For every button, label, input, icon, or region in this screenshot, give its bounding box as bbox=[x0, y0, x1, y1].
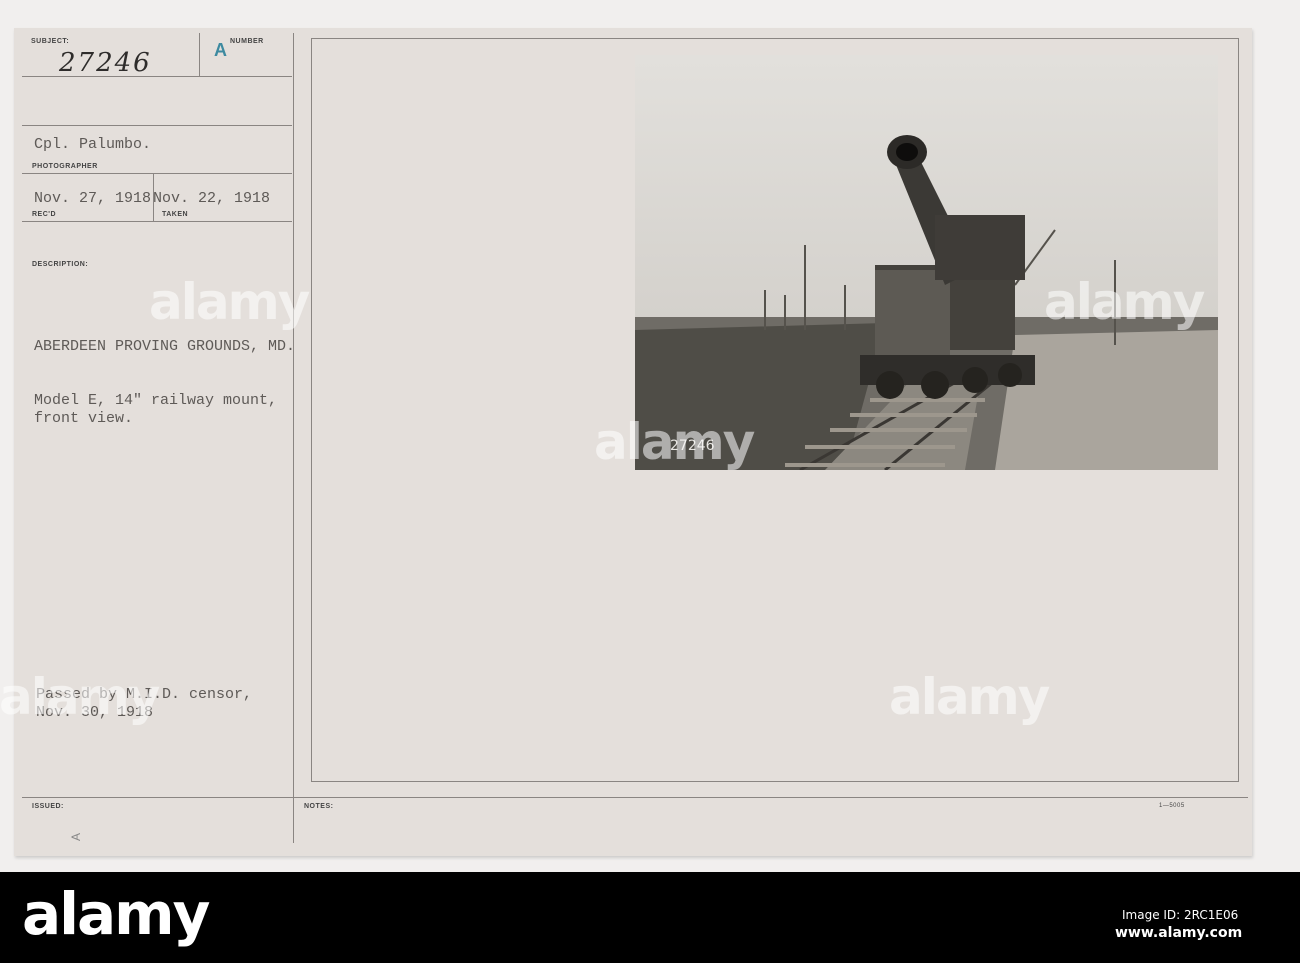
description-line-2: front view. bbox=[34, 410, 134, 427]
divider bbox=[22, 173, 292, 174]
received-date: Nov. 27, 1918 bbox=[34, 190, 152, 207]
watermark-logo: alamy bbox=[889, 668, 1050, 726]
site-url[interactable]: www.alamy.com bbox=[1115, 925, 1242, 941]
subject-label: SUBJECT: bbox=[31, 38, 70, 45]
photo-record-card: SUBJECT: NUMBER 27246 A Cpl. Palumbo. PH… bbox=[0, 28, 1252, 856]
number-value: 27246 bbox=[59, 48, 152, 78]
watermark-logo: alamy bbox=[149, 273, 310, 331]
watermark-logo: alamy bbox=[594, 413, 755, 471]
divider bbox=[199, 33, 200, 76]
photographer-label: PHOTOGRAPHER bbox=[32, 163, 98, 170]
watermark-logo: alamy bbox=[0, 668, 160, 726]
photographer-name: Cpl. Palumbo. bbox=[34, 136, 152, 153]
alamy-logo: alamy bbox=[22, 880, 210, 948]
number-label: NUMBER bbox=[230, 38, 264, 45]
watermark-logo: alamy bbox=[1044, 273, 1205, 331]
taken-label: TAKEN bbox=[162, 211, 189, 218]
railway-gun-image: 27246 bbox=[635, 55, 1218, 470]
issued-mark: A bbox=[69, 832, 84, 842]
received-label: REC'D bbox=[32, 211, 56, 218]
divider bbox=[22, 125, 292, 126]
railway-gun-photograph: 27246 bbox=[635, 55, 1218, 470]
divider bbox=[293, 33, 294, 843]
image-id-text: Image ID: 2RC1E06 bbox=[1122, 908, 1239, 922]
location-text: ABERDEEN PROVING GROUNDS, MD. bbox=[34, 338, 296, 355]
stamp-mark: A bbox=[214, 40, 227, 60]
notes-label: NOTES: bbox=[304, 803, 334, 810]
divider bbox=[22, 221, 292, 222]
stock-footer-bar: alamy bbox=[0, 872, 1300, 963]
description-label: DESCRIPTION: bbox=[32, 261, 89, 268]
description-line-1: Model E, 14" railway mount, bbox=[34, 392, 278, 409]
divider bbox=[22, 797, 1248, 798]
issued-label: ISSUED: bbox=[32, 803, 64, 810]
form-number: 1—5005 bbox=[1159, 803, 1185, 809]
taken-date: Nov. 22, 1918 bbox=[153, 190, 271, 207]
